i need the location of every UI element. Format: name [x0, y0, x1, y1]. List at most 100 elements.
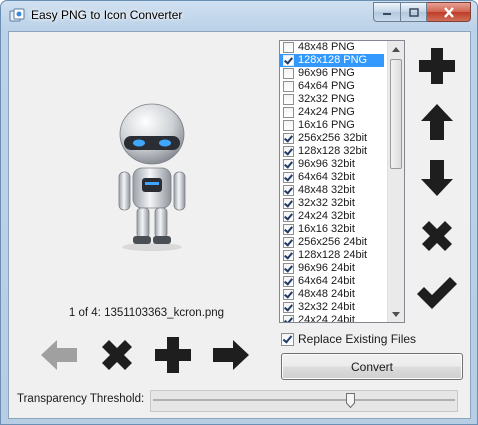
format-label: 96x96 32bit — [298, 158, 355, 170]
format-label: 96x96 24bit — [298, 262, 355, 274]
scroll-up-icon — [392, 46, 400, 52]
format-label: 128x128 PNG — [298, 54, 368, 66]
format-checkbox[interactable] — [283, 198, 294, 209]
format-list-item[interactable]: 256x256 24bit — [280, 236, 384, 249]
replace-existing-box[interactable] — [281, 332, 294, 346]
format-checkbox[interactable] — [283, 42, 294, 53]
checkmark-icon — [417, 277, 457, 309]
arrow-right-icon — [213, 340, 249, 370]
apply-button[interactable] — [413, 272, 461, 316]
format-list-item[interactable]: 16x16 PNG — [280, 119, 384, 132]
next-image-button[interactable] — [209, 335, 253, 375]
format-label: 64x64 PNG — [298, 80, 355, 92]
format-list-item[interactable]: 48x48 PNG — [280, 41, 384, 54]
format-list-item[interactable]: 48x48 32bit — [280, 184, 384, 197]
convert-button[interactable]: Convert — [281, 353, 463, 380]
maximize-icon — [408, 7, 419, 17]
minimize-icon — [383, 13, 391, 15]
format-label: 16x16 32bit — [298, 223, 355, 235]
format-checkbox[interactable] — [283, 159, 294, 170]
format-list-item[interactable]: 96x96 24bit — [280, 262, 384, 275]
scroll-down-button[interactable] — [388, 306, 404, 322]
replace-existing-checkbox[interactable]: Replace Existing Files — [281, 332, 416, 346]
format-label: 64x64 24bit — [298, 275, 355, 287]
format-checkbox[interactable] — [283, 81, 294, 92]
format-list-item[interactable]: 96x96 32bit — [280, 158, 384, 171]
format-list-item[interactable]: 256x256 32bit — [280, 132, 384, 145]
format-list-item[interactable]: 64x64 32bit — [280, 171, 384, 184]
slider-track — [153, 399, 455, 401]
format-list-item[interactable]: 96x96 PNG — [280, 67, 384, 80]
format-checkbox[interactable] — [283, 55, 294, 66]
format-list-item[interactable]: 128x128 PNG — [280, 54, 384, 67]
format-checkbox[interactable] — [283, 185, 294, 196]
move-down-button[interactable] — [415, 156, 459, 200]
format-checkbox[interactable] — [283, 120, 294, 131]
format-label: 32x32 32bit — [298, 197, 355, 209]
file-counter-label: 1 of 4: 1351103363_kcron.png — [68, 307, 225, 319]
plus-icon — [419, 48, 455, 84]
format-label: 256x256 32bit — [298, 132, 368, 144]
format-label: 96x96 PNG — [298, 67, 355, 79]
format-items: 48x48 PNG 128x128 PNG 96x96 PNG 64x64 PNG 32… — [280, 41, 404, 323]
format-list-item[interactable]: 48x48 24bit — [280, 288, 384, 301]
format-checkbox[interactable] — [283, 289, 294, 300]
format-checklist[interactable]: 48x48 PNG 128x128 PNG 96x96 PNG 64x64 PNG 32… — [279, 40, 405, 323]
format-checkbox[interactable] — [283, 133, 294, 144]
format-label: 32x32 24bit — [298, 301, 355, 313]
format-checkbox[interactable] — [283, 211, 294, 222]
format-list-item[interactable]: 128x128 32bit — [280, 145, 384, 158]
arrow-up-icon — [421, 104, 453, 140]
previous-image-button[interactable] — [37, 335, 81, 375]
add-format-button[interactable] — [415, 44, 459, 88]
format-checkbox[interactable] — [283, 263, 294, 274]
list-scrollbar[interactable] — [387, 41, 404, 322]
format-label: 24x24 24bit — [298, 314, 355, 323]
format-checkbox[interactable] — [283, 107, 294, 118]
format-checkbox[interactable] — [283, 224, 294, 235]
slider-thumb[interactable] — [346, 393, 355, 408]
format-label: 128x128 32bit — [298, 145, 368, 157]
format-checkbox[interactable] — [283, 68, 294, 79]
caption-buttons — [373, 2, 471, 22]
format-checkbox[interactable] — [283, 146, 294, 157]
remove-format-button[interactable] — [415, 214, 459, 258]
x-icon — [102, 340, 132, 370]
format-list-item[interactable]: 24x24 24bit — [280, 314, 384, 323]
format-list-item[interactable]: 32x32 PNG — [280, 93, 384, 106]
app-icon — [9, 8, 25, 22]
scroll-down-icon — [392, 311, 400, 317]
move-up-button[interactable] — [415, 100, 459, 144]
format-list-item[interactable]: 32x32 32bit — [280, 197, 384, 210]
plus-icon — [155, 337, 191, 373]
format-checkbox[interactable] — [283, 237, 294, 248]
close-button[interactable] — [427, 2, 471, 22]
minimize-button[interactable] — [373, 2, 401, 22]
maximize-button[interactable] — [401, 2, 427, 22]
format-list-item[interactable]: 24x24 PNG — [280, 106, 384, 119]
format-label: 16x16 PNG — [298, 119, 355, 131]
format-label: 64x64 32bit — [298, 171, 355, 183]
format-list-item[interactable]: 64x64 24bit — [280, 275, 384, 288]
transparency-threshold-slider[interactable] — [150, 390, 458, 412]
format-checkbox[interactable] — [283, 276, 294, 287]
format-list-item[interactable]: 128x128 24bit — [280, 249, 384, 262]
remove-image-button[interactable] — [95, 333, 139, 377]
add-image-button[interactable] — [151, 333, 195, 377]
format-checkbox[interactable] — [283, 94, 294, 105]
format-label: 128x128 24bit — [298, 249, 368, 261]
format-checkbox[interactable] — [283, 315, 294, 322]
transparency-threshold-label: Transparency Threshold: — [17, 393, 145, 405]
arrow-down-icon — [421, 160, 453, 196]
format-list-item[interactable]: 32x32 24bit — [280, 301, 384, 314]
format-checkbox[interactable] — [283, 302, 294, 313]
format-list-item[interactable]: 16x16 32bit — [280, 223, 384, 236]
scroll-up-button[interactable] — [388, 41, 404, 57]
format-list-item[interactable]: 24x24 32bit — [280, 210, 384, 223]
format-checkbox[interactable] — [283, 172, 294, 183]
scroll-thumb[interactable] — [390, 59, 402, 169]
format-list-item[interactable]: 64x64 PNG — [280, 80, 384, 93]
title-bar[interactable]: Easy PNG to Icon Converter — [1, 1, 477, 31]
format-label: 24x24 PNG — [298, 106, 355, 118]
format-checkbox[interactable] — [283, 250, 294, 261]
